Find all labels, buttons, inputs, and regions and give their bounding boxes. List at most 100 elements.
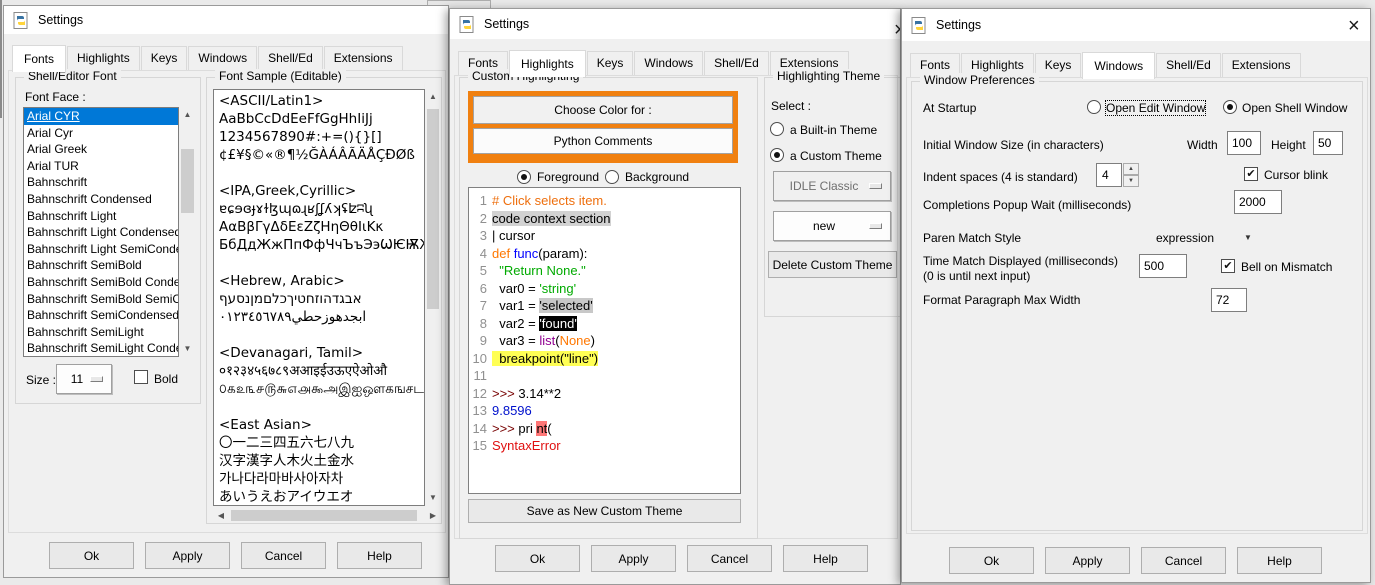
tab-shelled[interactable]: Shell/Ed — [704, 51, 769, 76]
font-list-item[interactable]: Bahnschrift SemiBold Condensed — [24, 274, 178, 291]
open-edit-window-radio[interactable] — [1087, 100, 1101, 114]
group-label: Highlighting Theme — [773, 69, 884, 83]
font-list-item[interactable]: Arial Greek — [24, 141, 178, 158]
font-list-item[interactable]: Arial CYR — [24, 108, 178, 125]
code-token-error: nt — [536, 421, 547, 436]
font-sample-line: <East Asian> — [219, 416, 424, 434]
font-sample-text[interactable]: <ASCII/Latin1>AaBbCcDdEeFfGgHhIiJj123456… — [213, 89, 425, 506]
indent-spinbox[interactable]: 4 ▲ ▼ — [1096, 163, 1139, 187]
close-icon[interactable]: × — [894, 20, 901, 40]
font-list-item[interactable]: Arial Cyr — [24, 125, 178, 142]
foreground-radio[interactable] — [517, 170, 531, 184]
font-face-label: Font Face : — [25, 90, 86, 104]
code-token-plain: var2 = — [492, 316, 539, 331]
tab-highlights[interactable]: Highlights — [67, 46, 140, 71]
scroll-up-icon[interactable]: ▲ — [179, 109, 196, 121]
tab-highlights[interactable]: Highlights — [509, 50, 586, 77]
spin-up-icon[interactable]: ▲ — [1123, 163, 1139, 175]
background-radio[interactable] — [605, 170, 619, 184]
help-button[interactable]: Help — [1237, 547, 1322, 574]
font-list-item[interactable]: Bahnschrift SemiBold SemiCondensed — [24, 291, 178, 308]
apply-button[interactable]: Apply — [1045, 547, 1130, 574]
scroll-right-icon[interactable]: ▶ — [427, 508, 439, 523]
font-list-item[interactable]: Bahnschrift SemiBold — [24, 257, 178, 274]
code-token-string: "Return None." — [499, 263, 586, 278]
bell-on-mismatch-checkbox[interactable]: ✔ — [1221, 259, 1235, 273]
save-custom-theme-button[interactable]: Save as New Custom Theme — [468, 499, 741, 523]
tab-bar: Fonts Highlights Keys Windows Shell/Ed E… — [12, 44, 404, 71]
font-list-item[interactable]: Arial TUR — [24, 158, 178, 175]
format-paragraph-input[interactable] — [1211, 288, 1247, 312]
ok-button[interactable]: Ok — [495, 545, 580, 572]
time-match-input[interactable] — [1139, 254, 1187, 278]
font-sample-line: 〇一二三四五六七八九 — [219, 434, 424, 452]
font-list-item[interactable]: Bahnschrift Light — [24, 208, 178, 225]
height-input[interactable] — [1313, 131, 1343, 155]
apply-button[interactable]: Apply — [591, 545, 676, 572]
scrollbar-thumb[interactable] — [231, 510, 417, 521]
indent-value[interactable]: 4 — [1096, 163, 1122, 187]
tab-windows[interactable]: Windows — [634, 51, 703, 76]
delete-custom-theme-button[interactable]: Delete Custom Theme — [768, 251, 897, 278]
paren-match-style-dropdown[interactable]: expression — [1156, 231, 1214, 245]
font-face-list[interactable]: Arial CYRArial CyrArial GreekArial TURBa… — [23, 107, 179, 357]
font-sample-line: <Devanagari, Tamil> — [219, 344, 424, 362]
tab-extensions[interactable]: Extensions — [1222, 53, 1301, 78]
ok-button[interactable]: Ok — [49, 542, 134, 569]
scrollbar-thumb[interactable] — [427, 109, 439, 309]
width-input[interactable] — [1227, 131, 1261, 155]
font-list-item[interactable]: Bahnschrift — [24, 174, 178, 191]
line-number: 7 — [471, 297, 487, 315]
font-list-item[interactable]: Bahnschrift Light SemiCondensed — [24, 241, 178, 258]
cancel-button[interactable]: Cancel — [687, 545, 772, 572]
cursor-blink-checkbox[interactable]: ✔ — [1244, 167, 1258, 181]
cancel-button[interactable]: Cancel — [241, 542, 326, 569]
font-list-item[interactable]: Bahnschrift SemiCondensed — [24, 307, 178, 324]
font-sample-hscrollbar[interactable]: ◀ ▶ — [213, 508, 441, 523]
highlight-target-dropdown[interactable]: Python Comments — [473, 128, 733, 154]
font-sample-vscrollbar[interactable]: ▲ ▼ — [425, 89, 441, 506]
tab-windows[interactable]: Windows — [1082, 52, 1155, 79]
tab-shelled[interactable]: Shell/Ed — [1156, 53, 1221, 78]
builtin-theme-radio[interactable] — [770, 122, 784, 136]
help-button[interactable]: Help — [337, 542, 422, 569]
font-list-item[interactable]: Bahnschrift Condensed — [24, 191, 178, 208]
tab-keys[interactable]: Keys — [141, 46, 188, 71]
choose-color-button[interactable]: Choose Color for : — [473, 96, 733, 124]
tab-fonts[interactable]: Fonts — [12, 45, 66, 72]
spin-down-icon[interactable]: ▼ — [1123, 175, 1139, 187]
font-list-item[interactable]: Bahnschrift SemiLight Condensed — [24, 340, 178, 357]
close-icon[interactable]: × — [1348, 16, 1360, 36]
tab-shelled[interactable]: Shell/Ed — [258, 46, 323, 71]
bold-checkbox[interactable] — [134, 370, 148, 384]
settings-window-windows: Settings × Fonts Highlights Keys Windows… — [901, 8, 1371, 583]
ok-button[interactable]: Ok — [949, 547, 1034, 574]
tab-keys[interactable]: Keys — [1035, 53, 1082, 78]
open-shell-window-radio[interactable] — [1223, 100, 1237, 114]
scrollbar-thumb[interactable] — [181, 149, 194, 213]
open-edit-window-label[interactable]: Open Edit Window — [1106, 101, 1205, 115]
code-sample-line: 12>>> 3.14**2 — [471, 385, 740, 403]
scroll-up-icon[interactable]: ▲ — [425, 91, 441, 103]
font-list-scrollbar[interactable]: ▲ ▼ — [179, 107, 196, 357]
tab-extensions[interactable]: Extensions — [324, 46, 403, 71]
custom-theme-radio[interactable] — [770, 148, 784, 162]
tab-keys[interactable]: Keys — [587, 51, 634, 76]
custom-theme-dropdown[interactable]: new — [773, 211, 891, 241]
highlight-target-value: Python Comments — [554, 134, 653, 148]
scroll-left-icon[interactable]: ◀ — [215, 508, 227, 523]
font-list-item[interactable]: Bahnschrift Light Condensed — [24, 224, 178, 241]
cancel-button[interactable]: Cancel — [1141, 547, 1226, 574]
scroll-down-icon[interactable]: ▼ — [179, 343, 196, 355]
highlight-sample-text[interactable]: 1# Click selects item.2code context sect… — [468, 187, 741, 494]
font-list-item[interactable]: Bahnschrift SemiLight — [24, 324, 178, 341]
tab-windows[interactable]: Windows — [188, 46, 257, 71]
spin-buttons: ▲ ▼ — [1123, 163, 1139, 187]
background-label: Background — [625, 170, 689, 184]
builtin-theme-dropdown[interactable]: IDLE Classic — [773, 171, 891, 201]
scroll-down-icon[interactable]: ▼ — [425, 492, 441, 504]
font-size-dropdown[interactable]: 11 — [56, 364, 112, 394]
completions-wait-input[interactable] — [1234, 190, 1282, 214]
apply-button[interactable]: Apply — [145, 542, 230, 569]
help-button[interactable]: Help — [783, 545, 868, 572]
